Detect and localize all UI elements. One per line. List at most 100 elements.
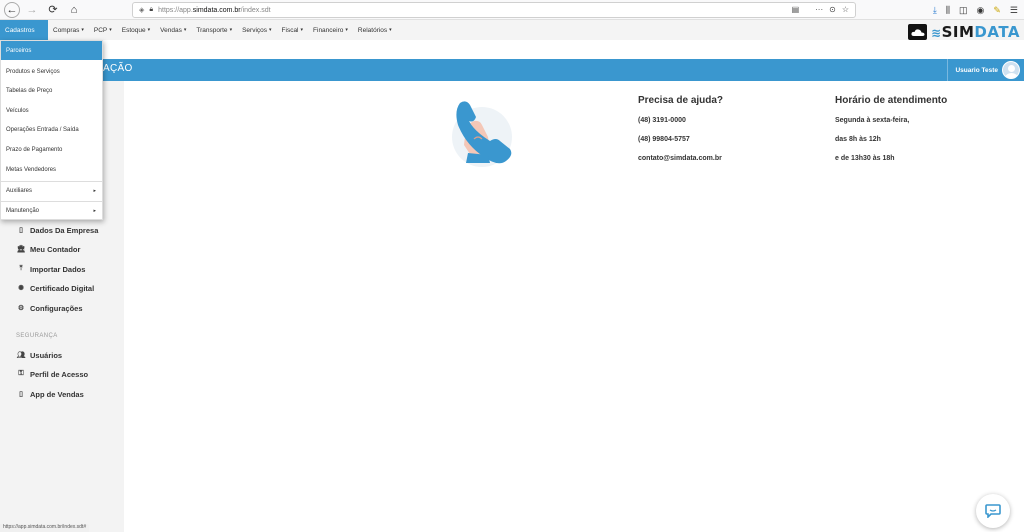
lock-icon: 🔒︎: [149, 6, 154, 13]
logo-wordmark: ≋SIMDATA: [931, 23, 1020, 41]
reader-icon[interactable]: ▤: [792, 5, 800, 14]
dropdown-item-produtos-servicos[interactable]: Produtos e Serviços: [1, 62, 102, 81]
simdata-logo[interactable]: ≋SIMDATA: [908, 23, 1020, 41]
menu-servicos[interactable]: Serviços ▾: [237, 20, 276, 40]
library-icon[interactable]: ⫼: [946, 5, 950, 16]
account-icon[interactable]: ◉: [977, 5, 985, 16]
menu-label: Fiscal: [281, 26, 299, 34]
hours-line-3: e de 13h30 às 18h: [835, 155, 895, 162]
hamburger-menu-icon[interactable]: ☰: [1010, 5, 1018, 16]
menu-estoque[interactable]: Estoque ▾: [117, 20, 155, 40]
browser-toolbar: ← → ⟳ ⌂ ◈ 🔒︎ https://app. simdata.com.br /…: [0, 0, 1024, 20]
sidebar-item-meu-contador[interactable]: 🏛︎ Meu Contador: [16, 243, 81, 255]
dropdown-item-veiculos[interactable]: Veículos: [1, 101, 102, 120]
dropdown-item-prazo-pagamento[interactable]: Prazo de Pagamento: [1, 140, 102, 159]
caret-down-icon: ▾: [183, 27, 187, 33]
pocket-icon[interactable]: ⊙: [829, 5, 836, 14]
sidebar-item-importar-dados[interactable]: ⤒ Importar Dados: [16, 263, 85, 275]
dropdown-label: Produtos e Serviços: [6, 68, 60, 75]
dropdown-item-parceiros[interactable]: Parceiros: [1, 41, 102, 60]
menu-label: Cadastros: [5, 26, 35, 34]
help-title: Precisa de ajuda?: [638, 95, 724, 106]
sidebar-item-configuracoes[interactable]: ⚙ Configurações: [16, 302, 83, 314]
help-phone-2[interactable]: (48) 99804-5757: [638, 136, 690, 143]
dropdown-item-tabelas-preco[interactable]: Tabelas de Preço: [1, 81, 102, 100]
key-icon: ⚿: [18, 370, 24, 377]
logo-part2: DATA: [974, 23, 1020, 41]
bookmark-star-icon[interactable]: ☆: [842, 5, 849, 14]
caret-right-icon: ▸: [93, 207, 96, 214]
sidebar-item-label: Perfil de Acesso: [30, 369, 89, 379]
forward-icon[interactable]: →: [23, 1, 41, 19]
menu-vendas[interactable]: Vendas ▾: [155, 20, 191, 40]
menu-label: Transporte: [196, 26, 228, 34]
sidebar-item-label: App de Vendas: [30, 389, 84, 399]
dropdown-label: Operações Entrada / Saída: [6, 126, 79, 133]
chat-button[interactable]: [976, 494, 1010, 528]
url-host: simdata.com.br: [192, 6, 241, 14]
dropdown-label: Metas Vendedores: [6, 166, 57, 173]
menu-label: Compras: [53, 26, 80, 34]
menu-financeiro[interactable]: Financeiro ▾: [308, 20, 353, 40]
caret-down-icon: ▾: [389, 27, 392, 33]
sidebar-section-seguranca: SEGURANÇA: [16, 333, 58, 339]
sidebar-item-dados-empresa[interactable]: ▯ Dados Da Empresa: [16, 224, 98, 236]
dropdown-item-operacoes[interactable]: Operações Entrada / Saída: [1, 120, 102, 139]
user-menu[interactable]: Usuario Teste: [947, 59, 1024, 81]
sidebar-item-label: Meu Contador: [30, 244, 81, 254]
caret-down-icon: ▾: [147, 27, 151, 33]
menu-label: Serviços: [242, 26, 268, 34]
url-path: /index.sdt: [240, 6, 271, 14]
menu-cadastros[interactable]: Cadastros: [0, 20, 48, 40]
menu-label: Estoque: [121, 26, 146, 34]
caret-down-icon: ▾: [345, 27, 348, 33]
sidebar-item-label: Usuários: [30, 350, 63, 360]
sidebar-item-usuarios[interactable]: 👥︎ Usuários: [16, 349, 63, 361]
bank-icon: 🏛︎: [16, 246, 26, 253]
sidebar-icon[interactable]: ◫: [959, 5, 968, 16]
more-icon[interactable]: ···: [815, 5, 823, 14]
dropdown-label: Veículos: [6, 107, 29, 114]
upload-icon: ⤒: [19, 265, 23, 272]
cloud-logo-icon: [908, 24, 928, 40]
menu-label: PCP: [93, 26, 108, 34]
building-icon: ▯: [19, 227, 23, 234]
page-header-bar: AÇÃO Usuario Teste: [0, 59, 1024, 81]
dropdown-item-auxiliares[interactable]: Auxiliares ▸: [1, 181, 102, 200]
menu-fiscal[interactable]: Fiscal ▾: [277, 20, 309, 40]
dropdown-label: Auxiliares: [6, 187, 33, 194]
menu-compras[interactable]: Compras ▾: [48, 20, 89, 40]
sidebar-item-perfil-acesso[interactable]: ⚿ Perfil de Acesso: [16, 368, 88, 380]
menu-relatorios[interactable]: Relatórios ▾: [353, 20, 397, 40]
chat-bubble-icon: [985, 504, 1001, 518]
help-email[interactable]: contato@simdata.com.br: [638, 155, 722, 162]
gears-icon: ⚙: [17, 305, 25, 312]
menu-pcp[interactable]: PCP ▾: [89, 20, 117, 40]
menu-transporte[interactable]: Transporte ▾: [191, 20, 237, 40]
mobile-icon: ▯: [19, 391, 23, 398]
back-icon[interactable]: ←: [4, 1, 20, 18]
phone-support-illustration: [444, 95, 520, 171]
reload-icon[interactable]: ⟳: [44, 1, 62, 19]
download-icon[interactable]: ⤓: [933, 5, 937, 16]
hours-line-1: Segunda à sexta-feira,: [835, 117, 910, 124]
sidebar-item-app-vendas[interactable]: ▯ App de Vendas: [16, 388, 84, 400]
dropdown-label: Tabelas de Preço: [6, 87, 53, 94]
dropdown-item-manutencao[interactable]: Manutenção ▸: [1, 201, 102, 220]
app-main-menu: Cadastros Compras ▾ PCP ▾ Estoque ▾ Vendas ▾…: [0, 20, 1024, 40]
hours-title: Horário de atendimento: [835, 95, 948, 106]
extension-icon[interactable]: ✎: [993, 5, 1001, 16]
page-title: AÇÃO: [103, 63, 133, 74]
browser-status-url: https://app.simdata.com.br/index.sdt#: [0, 524, 90, 532]
menu-label: Relatórios: [357, 26, 388, 34]
caret-down-icon: ▾: [229, 27, 233, 33]
menu-label: Vendas: [160, 26, 182, 34]
sidebar-item-certificado-digital[interactable]: ✺ Certificado Digital: [16, 282, 94, 294]
caret-down-icon: ▾: [109, 27, 112, 33]
help-phone-1[interactable]: (48) 3191-0000: [638, 117, 686, 124]
menu-label: Financeiro: [313, 26, 344, 34]
home-icon[interactable]: ⌂: [65, 1, 83, 19]
address-bar[interactable]: ◈ 🔒︎ https://app. simdata.com.br/index.sd…: [132, 2, 856, 18]
dropdown-item-metas-vendedores[interactable]: Metas Vendedores: [1, 160, 102, 179]
sidebar-item-label: Dados Da Empresa: [30, 225, 99, 235]
